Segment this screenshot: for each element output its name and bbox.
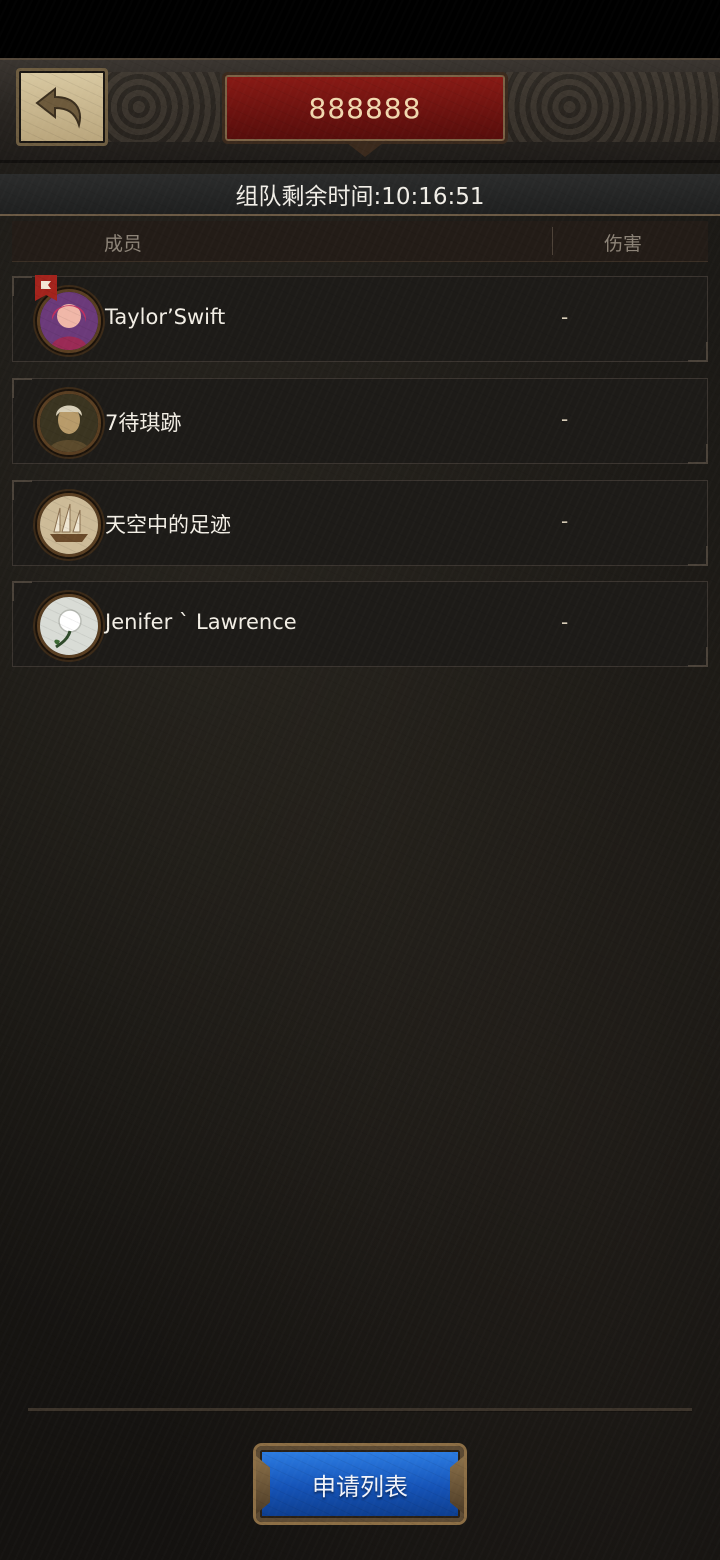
- header-ornament-right: [505, 72, 720, 142]
- member-name: Jenifer ` Lawrence: [105, 610, 297, 634]
- member-damage: -: [561, 509, 569, 533]
- column-header-member: 成员: [104, 233, 143, 255]
- member-damage: -: [561, 407, 569, 431]
- member-damage: -: [561, 610, 569, 634]
- column-header-damage: 伤害: [604, 233, 643, 255]
- team-timer-bar: 组队剩余时间:10:16:51: [0, 174, 720, 216]
- member-name: 7待琪跡: [105, 411, 182, 435]
- column-divider: [552, 227, 553, 255]
- footer-divider: [28, 1408, 692, 1412]
- apply-list-button[interactable]: 申请列表: [256, 1446, 464, 1522]
- member-row[interactable]: 天空中的足迹 -: [12, 480, 708, 566]
- warrior-portrait-avatar[interactable]: [37, 391, 101, 455]
- title-plaque: 888888: [222, 72, 508, 157]
- sailing-ship-avatar[interactable]: [37, 493, 101, 557]
- member-row[interactable]: 7待琪跡 -: [12, 378, 708, 464]
- member-name: 天空中的足迹: [105, 513, 231, 537]
- status-bar: [0, 0, 720, 58]
- member-row[interactable]: Taylor’Swift -: [12, 275, 708, 362]
- back-button[interactable]: [16, 68, 108, 146]
- member-name: Taylor’Swift: [105, 305, 226, 329]
- apply-list-label: 申请列表: [312, 1472, 408, 1501]
- member-row[interactable]: Jenifer ` Lawrence -: [12, 581, 708, 667]
- member-damage: -: [561, 305, 569, 329]
- game-screen: 888888 组队剩余时间:10:16:51 成员 伤害 Taylor’Swif…: [0, 0, 720, 1560]
- back-arrow-icon: [35, 86, 81, 129]
- header-ornament-left: [104, 72, 220, 142]
- white-rose-avatar[interactable]: [37, 594, 101, 658]
- team-title: 888888: [308, 91, 422, 125]
- team-remaining-time: 组队剩余时间:10:16:51: [235, 184, 485, 210]
- header-bar: 888888: [0, 58, 720, 163]
- member-table-header: 成员 伤害: [12, 221, 708, 262]
- leader-flag-icon: [35, 275, 57, 301]
